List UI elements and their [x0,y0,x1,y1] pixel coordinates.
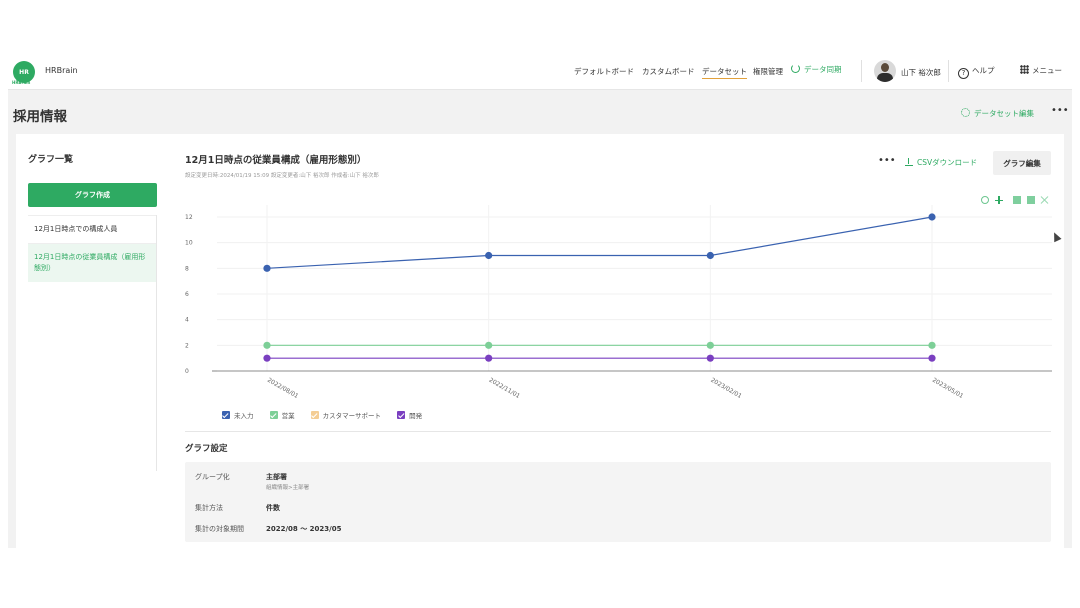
y-tick-label: 2 [185,342,189,349]
setting-label: グループ化 [195,473,230,481]
nav-dataset[interactable]: データセット [702,66,747,79]
checkbox-icon [310,411,319,419]
graph-settings-box: グループ化 主部署 組織情報>主部署 集計方法 件数 集計の対象期間 2022/… [185,462,1051,542]
data-point [706,251,714,260]
section-divider [185,431,1051,432]
create-graph-button[interactable]: グラフ作成 [28,183,157,207]
data-point [706,354,714,362]
data-point [263,354,271,362]
data-point [706,341,714,349]
graph-list: 12月1日時点での構成人員 12月1日時点の従業員構成（雇用形態別） [28,215,157,471]
setting-value: 2022/08 〜 2023/05 [266,525,342,533]
more-options-button[interactable]: ••• [1051,105,1069,116]
data-point [485,341,493,349]
user-name[interactable]: 山下 裕次郎 [901,67,941,78]
data-sync-button[interactable]: データ同期 [791,64,842,75]
sync-icon [791,64,800,73]
y-tick-label: 10 [185,240,193,247]
checkbox-icon [222,411,230,419]
nav-custom-board[interactable]: カスタムボード [642,66,695,77]
reset-icon[interactable] [1041,196,1049,204]
avatar[interactable] [874,60,896,82]
divider [948,60,949,82]
line-chart: 0 2 4 6 8 10 12 2022/08/01 2022/11/01 2023/02/01 2… [185,205,1052,400]
x-tick-label: 2023/05/01 [931,377,965,400]
legend-item[interactable]: 営業 [269,410,295,420]
chart-legend: 未入力 営業 カスタマーサポート 開発 [222,410,436,420]
dataset-edit-button[interactable]: データセット編集 [961,108,1034,119]
setting-label: 集計の対象期間 [195,525,244,533]
checkbox-icon [269,411,278,419]
download-icon [905,158,913,166]
setting-value: 主部署 [266,473,287,481]
data-point [928,213,936,221]
list-item-selected[interactable]: 12月1日時点の従業員構成（雇用形態別） [28,243,156,282]
checkbox-icon [397,411,406,419]
nav-default-board[interactable]: デフォルトボード [574,66,634,77]
y-tick-label: 12 [185,214,193,221]
graph-list-title: グラフ一覧 [28,155,74,165]
sync-label: データ同期 [804,65,842,74]
divider [861,60,862,82]
y-tick-label: 0 [185,368,189,375]
legend-item[interactable]: 未入力 [222,410,254,420]
x-tick-label: 2022/08/01 [266,377,300,400]
list-item[interactable]: 12月1日時点での構成人員 [28,215,156,243]
chart-more-button[interactable]: ••• [878,155,896,166]
chart-title: 12月1日時点の従業員構成（雇用形態別） [185,155,367,166]
data-point [928,341,936,349]
graph-settings-title: グラフ設定 [185,444,228,454]
menu-button[interactable]: メニュー [1020,65,1062,76]
chart-meta: 設定変更日時:2024/01/19 15:09 設定変更者:山下 裕次郎 作成者… [185,173,379,179]
page-title: 採用情報 [13,109,67,125]
edit-graph-button[interactable]: グラフ編集 [993,151,1051,175]
app-window: HR HRBrain HRBrain デフォルトボード カスタムボード データセ… [8,52,1072,548]
data-point [928,354,936,362]
help-button[interactable]: ? ヘルプ [958,65,995,79]
gear-icon [961,108,970,117]
line-view-icon[interactable] [1012,196,1021,204]
bar-view-icon[interactable] [1026,196,1035,204]
csv-download-button[interactable]: CSVダウンロード [905,157,977,168]
x-tick-label: 2022/11/01 [488,377,522,400]
data-point [485,354,493,362]
setting-label: 集計方法 [195,504,223,512]
help-icon: ? [958,68,969,79]
logo-subtext: HRBrain [12,80,31,85]
y-tick-label: 6 [185,291,189,298]
y-tick-label: 4 [185,317,189,324]
zoom-icon[interactable] [981,196,989,204]
data-point [263,341,271,349]
nav-permissions[interactable]: 権限管理 [753,66,783,77]
move-icon[interactable] [994,196,1003,204]
data-point [485,251,493,260]
data-point [263,264,271,272]
setting-subvalue: 組織情報>主部署 [266,485,310,491]
y-tick-label: 8 [185,265,189,272]
legend-item[interactable]: 開発 [397,410,422,420]
legend-item[interactable]: カスタマーサポート [310,410,381,420]
chart-toolbox [981,196,1049,207]
setting-value: 件数 [266,504,280,512]
brand-name: HRBrain [45,66,78,75]
grid-icon [1020,65,1029,74]
top-bar: HR HRBrain HRBrain デフォルトボード カスタムボード データセ… [8,52,1072,90]
x-tick-label: 2023/02/01 [709,377,743,400]
